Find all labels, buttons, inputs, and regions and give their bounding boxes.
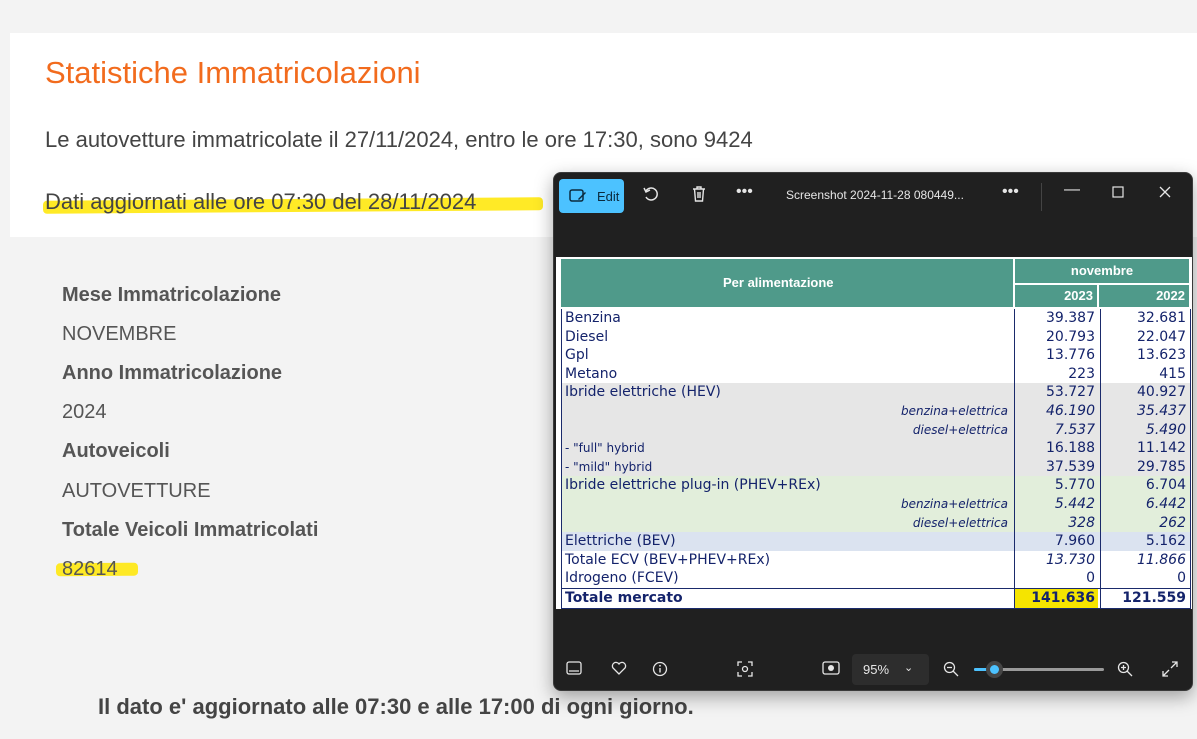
daily-summary: Le autovetture immatricolate il 27/11/20… (45, 127, 753, 152)
field-value-year: 2024 (62, 401, 107, 423)
table-row: benzina+elettrica 46.190 35.437 (562, 401, 1190, 421)
update-timestamp: Dati aggiornati alle ore 07:30 del 28/11… (45, 189, 477, 214)
table-row: Idrogeno (FCEV) 0 0 (562, 569, 1190, 588)
chevron-down-icon: ⌄ (904, 662, 914, 674)
minimize-icon[interactable]: — (1064, 181, 1080, 199)
edit-image-icon (569, 188, 587, 207)
title-bar[interactable]: Edit ••• Screenshot 2024-11-28 080449...… (554, 173, 1192, 219)
filmstrip-icon[interactable] (566, 661, 582, 679)
field-label-month: Mese Immatricolazione (62, 284, 281, 306)
photos-viewer-window[interactable]: Edit ••• Screenshot 2024-11-28 080449...… (553, 172, 1193, 691)
table-header-category: Per alimentazione (561, 259, 1013, 307)
viewer-bottom-bar: 95% ⌄ (554, 649, 1192, 690)
table-row: Ibride elettriche plug-in (PHEV+REx) 5.77… (562, 476, 1190, 495)
table-row: Elettriche (BEV) 7.960 5.162 (562, 532, 1190, 551)
table-header-month: novembre (1015, 259, 1189, 283)
table-row: diesel+elettrica 328 262 (562, 513, 1190, 533)
more-icon[interactable]: ••• (736, 183, 753, 201)
heart-icon[interactable] (611, 661, 627, 679)
edit-button[interactable]: Edit (559, 179, 624, 213)
table-header-year-2: 2022 (1099, 285, 1189, 307)
edit-label: Edit (597, 189, 620, 204)
file-name: Screenshot 2024-11-28 080449... (786, 188, 964, 202)
trash-icon[interactable] (691, 185, 707, 208)
field-label-total: Totale Veicoli Immatricolati (62, 519, 319, 541)
zoom-value: 95% (863, 662, 890, 677)
field-label-vehicles: Autoveicoli (62, 440, 170, 462)
table-row: benzina+elettrica 5.442 6.442 (562, 494, 1190, 514)
field-value-total: 82614 (62, 558, 118, 580)
maximize-icon[interactable] (1112, 185, 1124, 203)
close-icon[interactable] (1159, 185, 1171, 203)
zoom-out-icon[interactable] (943, 661, 959, 681)
more-icon[interactable]: ••• (1002, 183, 1019, 201)
screenshot-table-image: Per alimentazione novembre 2023 2022 Ben… (556, 257, 1192, 609)
zoom-level-dropdown[interactable]: 95% ⌄ (852, 654, 929, 685)
image-canvas[interactable]: Per alimentazione novembre 2023 2022 Ben… (554, 219, 1192, 609)
field-value-vehicles: AUTOVETTURE (62, 480, 211, 502)
header-label: Per alimentazione (723, 275, 834, 290)
actual-size-icon[interactable] (822, 661, 840, 679)
focus-icon[interactable] (737, 661, 753, 681)
table-row: diesel+elettrica 7.537 5.490 (562, 420, 1190, 440)
table-row-total: Totale mercato 141.636 121.559 (562, 587, 1190, 608)
table-row: Benzina 39.387 32.681 (562, 309, 1190, 328)
update-note: Il dato e' aggiornato alle 07:30 e alle … (98, 694, 694, 719)
info-icon[interactable] (652, 661, 668, 681)
field-value-month: NOVEMBRE (62, 323, 177, 345)
zoom-in-icon[interactable] (1117, 661, 1133, 681)
table-row: Totale ECV (BEV+PHEV+REx) 13.730 11.866 (562, 550, 1190, 570)
page-title: Statistiche Immatricolazioni (45, 55, 421, 90)
fullscreen-icon[interactable] (1162, 661, 1178, 681)
table-body: Benzina 39.387 32.681 Diesel 20.793 22.047 G… (561, 309, 1191, 609)
separator (1041, 183, 1042, 211)
table-row: Ibride elettriche (HEV) 53.727 40.927 (562, 383, 1190, 402)
zoom-slider-thumb[interactable] (986, 661, 1003, 678)
table-row: - "full" hybrid 16.188 11.142 (562, 439, 1190, 458)
table-row: Gpl 13.776 13.623 (562, 346, 1190, 365)
table-row: Diesel 20.793 22.047 (562, 327, 1190, 347)
table-row: Metano 223 415 (562, 364, 1190, 384)
table-row: - "mild" hybrid 37.539 29.785 (562, 457, 1190, 477)
table-header-year-1: 2023 (1015, 285, 1097, 307)
field-label-year: Anno Immatricolazione (62, 362, 283, 384)
rotate-icon[interactable] (642, 185, 660, 208)
